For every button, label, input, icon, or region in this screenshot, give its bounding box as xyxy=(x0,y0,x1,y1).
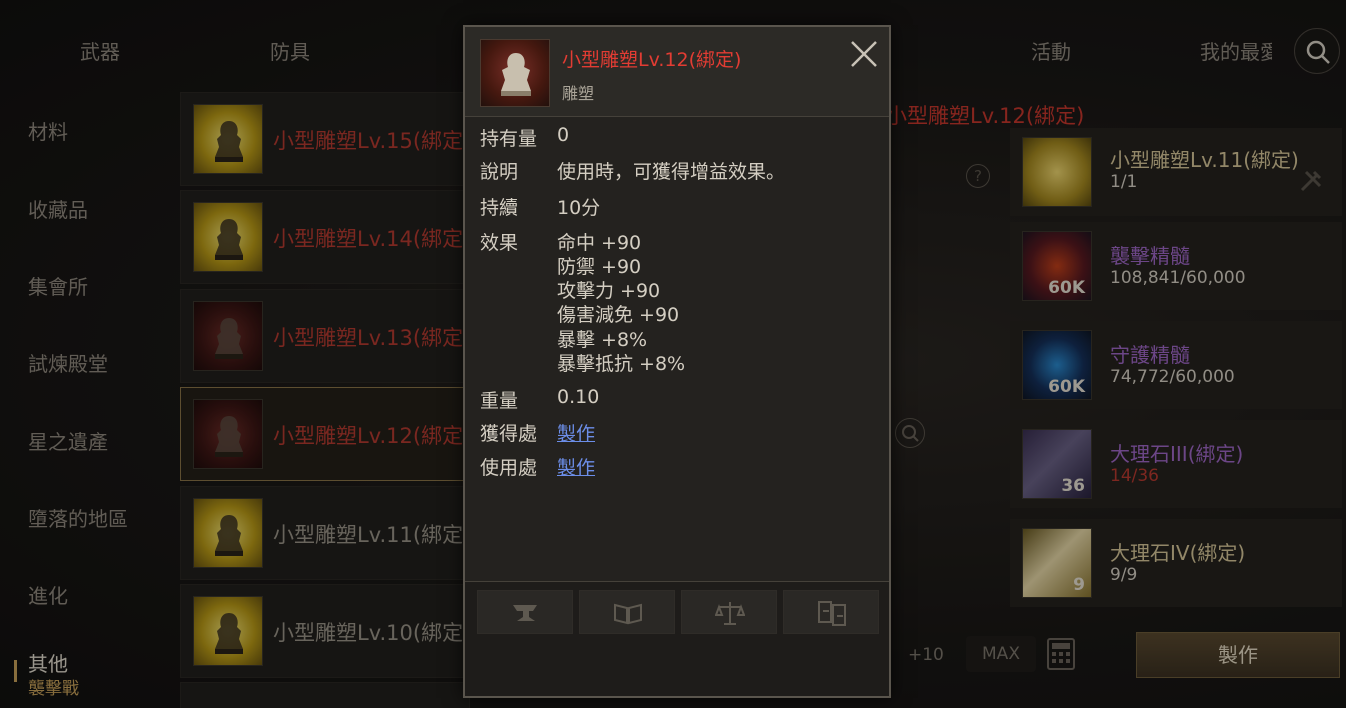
usage-label: 使用處 xyxy=(480,457,538,479)
description-value: 使用時，可獲得增益效果。 xyxy=(557,161,786,183)
popup-header: 小型雕塑Lv.12(綁定) 雕塑 xyxy=(465,27,889,117)
scale-icon xyxy=(715,602,745,625)
statue-icon xyxy=(480,39,550,107)
effect-item: 攻擊力 +90 xyxy=(557,280,661,302)
effect-item: 防禦 +90 xyxy=(557,256,642,278)
book-icon xyxy=(614,603,642,625)
effect-item: 命中 +90 xyxy=(557,232,642,254)
duration-label: 持續 xyxy=(480,197,519,219)
popup-title: 小型雕塑Lv.12(綁定) xyxy=(562,49,742,71)
description-label: 說明 xyxy=(480,161,519,183)
popup-footer xyxy=(465,581,889,696)
effect-item: 暴擊抵抗 +8% xyxy=(557,353,686,375)
transfer-button[interactable] xyxy=(783,590,879,634)
item-detail-popup: 小型雕塑Lv.12(綁定) 雕塑 持有量 0 說明 使用時，可獲得增益效果。 持… xyxy=(463,25,891,698)
book-button[interactable] xyxy=(579,590,675,634)
weight-value: 0.10 xyxy=(557,386,600,408)
popup-subtitle: 雕塑 xyxy=(562,84,595,103)
source-label: 獲得處 xyxy=(480,423,538,445)
owned-value: 0 xyxy=(557,124,570,146)
transfer-icon xyxy=(818,601,846,626)
effect-item: 暴擊 +8% xyxy=(557,329,648,351)
source-link[interactable]: 製作 xyxy=(557,419,595,446)
anvil-icon xyxy=(513,605,537,621)
app-root: 武器 防具 活動 我的最愛 材料 收藏品 集會所 試煉殿堂 星之遺產 墮落的地區… xyxy=(0,0,1346,708)
scale-button[interactable] xyxy=(681,590,777,634)
owned-label: 持有量 xyxy=(480,128,538,150)
close-icon[interactable] xyxy=(849,39,879,69)
weight-label: 重量 xyxy=(480,390,519,412)
anvil-button[interactable] xyxy=(477,590,573,634)
usage-link[interactable]: 製作 xyxy=(557,453,595,480)
duration-value: 10分 xyxy=(557,197,601,219)
effect-label: 效果 xyxy=(480,232,519,254)
effect-item: 傷害減免 +90 xyxy=(557,304,680,326)
